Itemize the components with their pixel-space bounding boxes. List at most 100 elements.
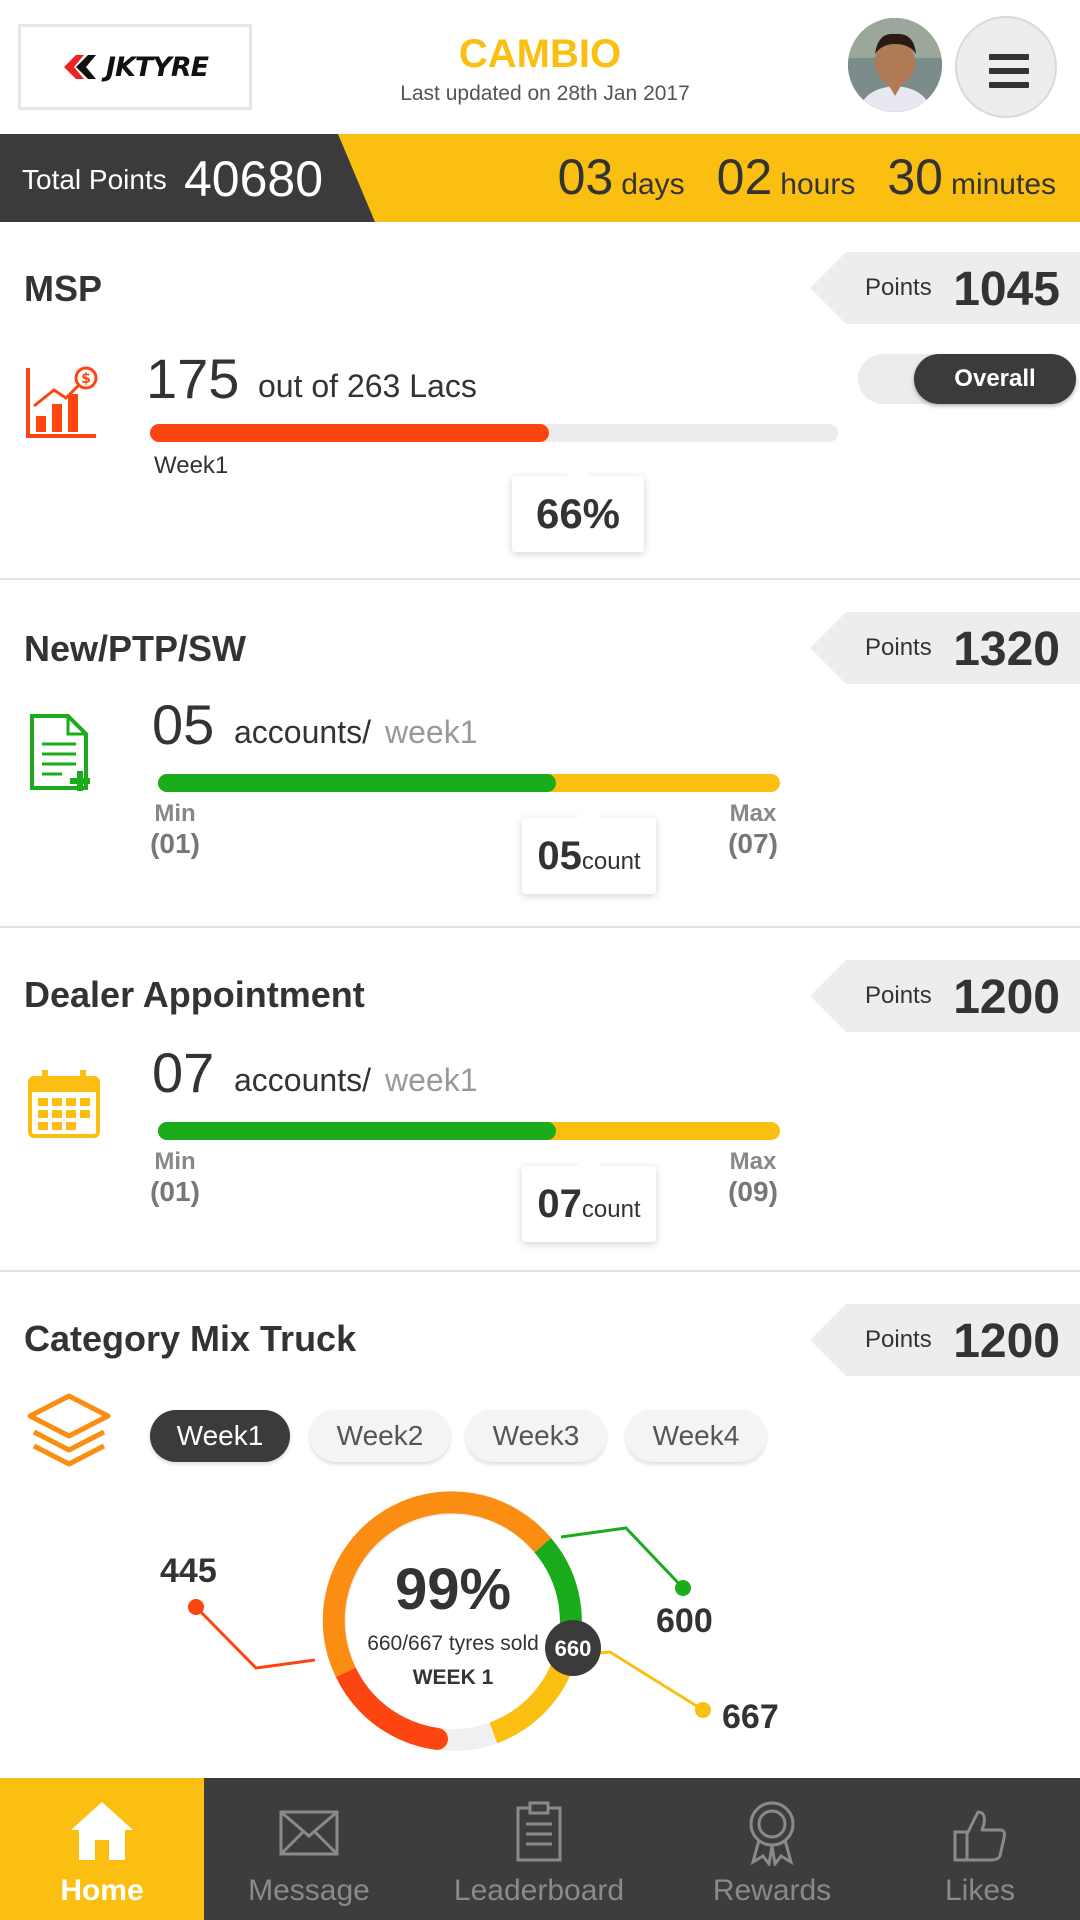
menu-line-icon	[989, 68, 1029, 74]
total-points-panel: Total Points 40680	[0, 134, 375, 222]
nav-likes[interactable]: Likes	[880, 1778, 1080, 1920]
new-ptp-sw-min: Min (01)	[140, 800, 210, 860]
count-unit: count	[581, 1196, 641, 1223]
dealer-appointment-unit: accounts/	[234, 1062, 371, 1098]
dealer-appointment-card[interactable]: Dealer Appointment Points 1200 07 accoun…	[0, 928, 1080, 1272]
msp-points-tag: Points 1045	[810, 252, 1080, 324]
brand-logo[interactable]: JKTYRE	[18, 24, 252, 110]
nav-rewards-label: Rewards	[712, 1874, 832, 1907]
nav-likes-label: Likes	[944, 1874, 1016, 1907]
award-ribbon-icon	[749, 1801, 795, 1866]
menu-line-icon	[989, 82, 1029, 88]
dealer-appointment-points-value: 1200	[953, 971, 1060, 1024]
bottom-navigation: Home Message Leaderboard Rewards Likes	[0, 1778, 1080, 1920]
dealer-appointment-count: 07	[537, 1182, 582, 1226]
points-label: Points	[865, 982, 932, 1009]
count-unit: count	[581, 848, 641, 875]
donut-segment-red-end	[388, 1716, 448, 1750]
new-ptp-sw-points-value: 1320	[953, 623, 1060, 676]
countdown-days: 03	[557, 149, 614, 205]
countdown-hours: 02	[716, 149, 773, 205]
dealer-appointment-min: Min (01)	[140, 1148, 210, 1208]
new-ptp-sw-count: 05	[537, 834, 582, 878]
dealer-appointment-count-tooltip: 07count	[522, 1154, 656, 1242]
new-ptp-sw-title: New/PTP/SW	[24, 628, 247, 669]
new-ptp-sw-count-tooltip: 05count	[522, 806, 656, 894]
overall-toggle[interactable]: Overall	[858, 354, 1076, 404]
category-mix-truck-points-tag: Points 1200	[810, 1304, 1080, 1376]
week-tab-4[interactable]: Week4	[626, 1410, 766, 1462]
leader-dot-bottom-right	[695, 1702, 711, 1718]
new-ptp-sw-progress-bar	[158, 774, 780, 792]
points-label: Points	[865, 274, 932, 301]
dealer-appointment-week: week1	[385, 1062, 478, 1098]
layers-icon	[27, 1393, 111, 1467]
new-ptp-sw-max: Max (07)	[718, 800, 788, 860]
min-label: Min	[154, 800, 196, 827]
msp-unit: out of 263 Lacs	[258, 368, 477, 404]
countdown-timer: 03 days 02 hours 30 minutes	[526, 148, 1056, 206]
thumbs-up-icon	[953, 1810, 1006, 1862]
new-ptp-sw-card[interactable]: New/PTP/SW Points 1320 05 accounts/ week…	[0, 580, 1080, 928]
week-tab-1[interactable]: Week1	[150, 1410, 290, 1462]
user-avatar[interactable]	[848, 18, 942, 112]
document-add-icon	[30, 714, 90, 791]
max-value: (07)	[728, 828, 778, 859]
countdown-days-unit: days	[621, 168, 685, 201]
calendar-icon	[28, 1070, 100, 1138]
msp-title: MSP	[24, 268, 103, 309]
growth-chart-icon: $	[26, 366, 98, 438]
donut-percent: 99%	[394, 1557, 512, 1622]
category-mix-truck-points-value: 1200	[953, 1315, 1060, 1368]
category-mix-truck-title: Category Mix Truck	[24, 1318, 357, 1359]
nav-leaderboard-label: Leaderboard	[453, 1874, 625, 1907]
nav-rewards[interactable]: Rewards	[664, 1778, 880, 1920]
donut-label-left: 445	[160, 1552, 217, 1590]
clipboard-icon	[516, 1801, 562, 1862]
msp-value: 175	[146, 347, 240, 410]
dealer-appointment-progress-fill	[158, 1122, 557, 1140]
points-label: Points	[865, 1326, 932, 1353]
new-ptp-sw-unit: accounts/	[234, 714, 371, 750]
logo-text: JKTYRE	[105, 51, 209, 83]
msp-progress-fill	[150, 424, 550, 442]
nav-message[interactable]: Message	[204, 1778, 414, 1920]
new-ptp-sw-value: 05	[152, 693, 215, 756]
leader-dot-left	[188, 1599, 204, 1615]
leader-line-left	[194, 1605, 316, 1670]
donut-label-top-right: 600	[656, 1602, 713, 1640]
total-points-label: Total Points	[22, 164, 167, 195]
nav-leaderboard[interactable]: Leaderboard	[414, 1778, 664, 1920]
week-tab-3[interactable]: Week3	[466, 1410, 606, 1462]
min-value: (01)	[150, 828, 200, 859]
dealer-appointment-title: Dealer Appointment	[24, 974, 365, 1015]
nav-message-label: Message	[248, 1874, 370, 1907]
svg-text:$: $	[81, 371, 91, 387]
app-header: JKTYRE CAMBIO Last updated on 28th Jan 2…	[0, 0, 1080, 134]
min-label: Min	[154, 1148, 196, 1175]
donut-week-caption: WEEK 1	[412, 1666, 494, 1689]
msp-percent: 66%	[535, 490, 621, 537]
msp-card[interactable]: MSP Points 1045 $ 175 out of 263 Lacs We…	[0, 222, 1080, 580]
hamburger-menu-button[interactable]	[955, 16, 1057, 118]
dealer-appointment-points-tag: Points 1200	[810, 960, 1080, 1032]
jk-logo-icon	[63, 55, 96, 79]
dealer-appointment-progress-bar	[158, 1122, 780, 1140]
nav-home[interactable]: Home	[0, 1778, 204, 1920]
msp-progress-bar	[150, 424, 838, 442]
dealer-appointment-value: 07	[152, 1041, 215, 1104]
msp-percent-tooltip: 66%	[512, 464, 644, 552]
leader-line-top-right	[560, 1526, 685, 1590]
overall-toggle-knob[interactable]: Overall	[914, 354, 1076, 404]
total-points-value: 40680	[184, 151, 324, 207]
new-ptp-sw-week: week1	[385, 714, 478, 750]
points-label: Points	[865, 634, 932, 661]
countdown-minutes-unit: minutes	[950, 168, 1056, 201]
nav-home-label: Home	[60, 1874, 144, 1907]
week-tab-2[interactable]: Week2	[310, 1410, 450, 1462]
msp-points-value: 1045	[953, 263, 1060, 316]
min-value: (01)	[150, 1176, 200, 1207]
msp-week-label: Week1	[154, 452, 229, 479]
app-title: CAMBIO	[458, 32, 622, 76]
dealer-appointment-max: Max (09)	[718, 1148, 788, 1208]
